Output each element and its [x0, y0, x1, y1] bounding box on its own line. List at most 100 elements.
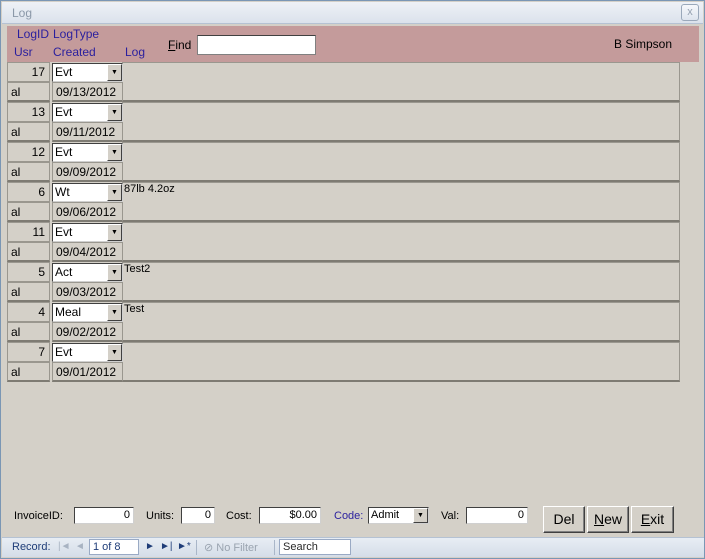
next-record-icon[interactable]: ►: [145, 541, 155, 552]
col-header-logtype: LogType: [53, 27, 100, 41]
log-text-field[interactable]: [122, 62, 680, 102]
log-type-value: Act: [55, 265, 73, 279]
log-type-combo[interactable]: Evt ▼: [52, 103, 123, 122]
dropdown-arrow-icon[interactable]: ▼: [107, 104, 122, 121]
log-type-value: Evt: [55, 225, 73, 239]
log-type-combo[interactable]: Meal ▼: [52, 303, 123, 322]
log-text: Test2: [124, 263, 151, 275]
log-text-field[interactable]: [122, 222, 680, 262]
created-date-field[interactable]: 09/11/2012: [52, 122, 123, 142]
cost-field[interactable]: $0.00: [259, 507, 321, 524]
find-input[interactable]: [197, 35, 316, 55]
log-type-combo[interactable]: Evt ▼: [52, 143, 123, 162]
exit-label-rest: xit: [650, 511, 665, 527]
cost-label: Cost:: [226, 510, 252, 522]
log-type-combo[interactable]: Evt ▼: [52, 223, 123, 242]
log-text-field[interactable]: [122, 342, 680, 382]
last-record-icon[interactable]: ►|: [160, 541, 173, 552]
log-text-field[interactable]: Test: [122, 302, 680, 342]
units-field[interactable]: 0: [181, 507, 215, 524]
user-field[interactable]: al: [7, 82, 50, 102]
record-row: 6 Wt ▼ 87lb 4.2oz al 09/06/2012: [7, 182, 680, 222]
record-label: Record:: [12, 541, 51, 553]
exit-button[interactable]: Exit: [631, 506, 674, 533]
record-row: 12 Evt ▼ al 09/09/2012: [7, 142, 680, 182]
log-text-field[interactable]: 87lb 4.2oz: [122, 182, 680, 222]
window-title: Log: [12, 6, 33, 20]
log-window: Log x LogID LogType Usr Created Log Find…: [0, 0, 705, 559]
log-id-field[interactable]: 11: [7, 222, 50, 242]
exit-accel: E: [640, 511, 651, 527]
dropdown-arrow-icon[interactable]: ▼: [107, 224, 122, 241]
created-date-field[interactable]: 09/03/2012: [52, 282, 123, 302]
search-box[interactable]: Search: [279, 539, 351, 555]
log-text-field[interactable]: [122, 142, 680, 182]
log-id-field[interactable]: 13: [7, 102, 50, 122]
no-filter-label: No Filter: [216, 542, 258, 554]
created-date-field[interactable]: 09/04/2012: [52, 242, 123, 262]
close-button[interactable]: x: [681, 4, 699, 21]
find-label: Find: [168, 38, 191, 52]
invoice-label: InvoiceID:: [14, 510, 63, 522]
dropdown-arrow-icon[interactable]: ▼: [107, 144, 122, 161]
col-header-usr: Usr: [14, 45, 33, 59]
log-text-field[interactable]: [122, 102, 680, 142]
log-id-field[interactable]: 5: [7, 262, 50, 282]
record-position[interactable]: 1 of 8: [89, 539, 139, 555]
new-record-icon[interactable]: ►*: [177, 541, 191, 552]
col-header-log: Log: [125, 45, 146, 59]
created-date-field[interactable]: 09/06/2012: [52, 202, 123, 222]
new-button[interactable]: New: [587, 506, 629, 533]
log-id-field[interactable]: 17: [7, 62, 50, 82]
units-label: Units:: [146, 510, 175, 522]
log-id-field[interactable]: 4: [7, 302, 50, 322]
record-row: 13 Evt ▼ al 09/11/2012: [7, 102, 680, 142]
first-record-icon[interactable]: |◄: [58, 541, 71, 552]
log-type-combo[interactable]: Act ▼: [52, 263, 123, 282]
log-type-combo[interactable]: Wt ▼: [52, 183, 123, 202]
created-date-field[interactable]: 09/01/2012: [52, 362, 123, 382]
user-field[interactable]: al: [7, 122, 50, 142]
new-accel: N: [593, 511, 605, 527]
user-field[interactable]: al: [7, 362, 50, 382]
log-id-field[interactable]: 12: [7, 142, 50, 162]
user-field[interactable]: al: [7, 282, 50, 302]
dropdown-arrow-icon[interactable]: ▼: [107, 344, 122, 361]
dropdown-arrow-icon[interactable]: ▼: [107, 304, 122, 321]
record-row: 17 Evt ▼ al 09/13/2012: [7, 62, 680, 102]
previous-record-icon[interactable]: ◄: [75, 541, 85, 552]
filter-icon: ⊘: [204, 542, 214, 554]
record-navigation-bar: Record: |◄ ◄ 1 of 8 ► ►| ►* ⊘ No Filter …: [2, 537, 704, 557]
record-row: 5 Act ▼ Test2 al 09/03/2012: [7, 262, 680, 302]
user-field[interactable]: al: [7, 162, 50, 182]
val-field[interactable]: 0: [466, 507, 528, 524]
created-date-field[interactable]: 09/02/2012: [52, 322, 123, 342]
record-row: 4 Meal ▼ Test al 09/02/2012: [7, 302, 680, 342]
log-type-combo[interactable]: Evt ▼: [52, 343, 123, 362]
log-text-field[interactable]: Test2: [122, 262, 680, 302]
form-header: LogID LogType Usr Created Log Find B Sim…: [7, 26, 699, 62]
log-type-combo[interactable]: Evt ▼: [52, 63, 123, 82]
dropdown-arrow-icon[interactable]: ▼: [413, 508, 428, 523]
user-name: B Simpson: [614, 37, 673, 51]
dropdown-arrow-icon[interactable]: ▼: [107, 64, 122, 81]
log-text: 87lb 4.2oz: [124, 183, 175, 195]
invoice-field[interactable]: 0: [74, 507, 134, 524]
user-field[interactable]: al: [7, 322, 50, 342]
user-field[interactable]: al: [7, 242, 50, 262]
record-row: 11 Evt ▼ al 09/04/2012: [7, 222, 680, 262]
dropdown-arrow-icon[interactable]: ▼: [107, 184, 122, 201]
code-combo[interactable]: Admit ▼: [368, 507, 429, 524]
created-date-field[interactable]: 09/13/2012: [52, 82, 123, 102]
created-date-field[interactable]: 09/09/2012: [52, 162, 123, 182]
delete-button[interactable]: Del: [543, 506, 585, 533]
form-footer: InvoiceID: 0 Units: 0 Cost: $0.00 Code: …: [1, 501, 705, 537]
val-label: Val:: [441, 510, 460, 522]
user-field[interactable]: al: [7, 202, 50, 222]
no-filter-button[interactable]: ⊘ No Filter: [204, 541, 258, 554]
log-id-field[interactable]: 6: [7, 182, 50, 202]
log-id-field[interactable]: 7: [7, 342, 50, 362]
log-type-value: Evt: [55, 105, 73, 119]
separator: [196, 540, 197, 555]
dropdown-arrow-icon[interactable]: ▼: [107, 264, 122, 281]
